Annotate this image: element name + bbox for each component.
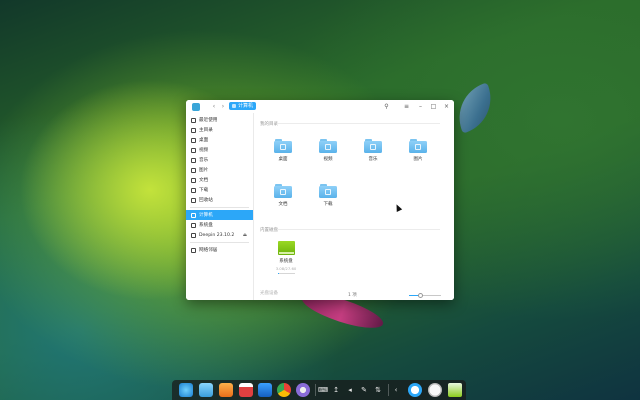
document-folder-icon — [280, 189, 286, 195]
zoom-slider[interactable] — [409, 293, 441, 298]
folder-music[interactable]: 音乐 — [360, 139, 386, 162]
breadcrumb[interactable]: 计算机 — [229, 102, 257, 110]
zoom-slider-handle[interactable] — [417, 293, 423, 298]
computer-icon — [191, 212, 196, 218]
chevron-left-icon[interactable]: ‹ — [392, 385, 400, 395]
sidebar-item-video[interactable]: 视频 — [186, 145, 253, 155]
sidebar-item-music[interactable]: 音乐 — [186, 155, 253, 165]
volume-icon[interactable]: ◂ — [346, 385, 354, 395]
section-divider — [277, 229, 440, 230]
main-view: 我的目录 桌面 视频 音乐 图片 文档 下载 内置磁盘 系统盘 3.08/27.… — [255, 113, 454, 300]
sidebar-item-deepin-volume[interactable]: Deepin 23.10.2 ⏏ — [186, 230, 253, 240]
video-icon — [191, 147, 196, 153]
folder-documents[interactable]: 文档 — [270, 184, 296, 207]
folder-video[interactable]: 视频 — [315, 139, 341, 162]
home-icon — [191, 127, 196, 133]
network-tray-icon[interactable]: ⇅ — [374, 385, 382, 395]
power-icon[interactable] — [408, 383, 422, 397]
sidebar-item-pictures[interactable]: 图片 — [186, 165, 253, 175]
search-button[interactable]: ⚲ — [382, 102, 391, 111]
folder-desktop[interactable]: 桌面 — [270, 139, 296, 162]
sidebar-item-home[interactable]: 主目录 — [186, 125, 253, 135]
minimize-button[interactable]: – — [416, 102, 425, 111]
dock-separator — [315, 384, 316, 396]
breadcrumb-label: 计算机 — [238, 103, 254, 109]
folder-pictures[interactable]: 图片 — [405, 139, 431, 162]
app-store-icon[interactable] — [219, 383, 233, 397]
music-icon — [191, 157, 196, 163]
music-player-icon[interactable] — [258, 383, 272, 397]
system-disk[interactable]: 系统盘 3.08/27.60 — [271, 241, 301, 274]
sidebar-divider — [190, 207, 249, 208]
folder-downloads[interactable]: 下载 — [315, 184, 341, 207]
section-disks: 内置磁盘 — [260, 228, 278, 233]
disk-drive-icon — [277, 241, 295, 255]
back-button[interactable]: ‹ — [210, 102, 218, 111]
file-manager-icon[interactable] — [199, 383, 213, 397]
sidebar-item-recent[interactable]: 最近使用 — [186, 115, 253, 125]
desktop-folder-icon — [280, 144, 286, 150]
computer-crumb-icon — [232, 104, 236, 108]
statusbar: 光盘设备 1 项 — [255, 290, 454, 300]
sidebar-item-desktop[interactable]: 桌面 — [186, 135, 253, 145]
picture-folder-icon — [415, 144, 421, 150]
sidebar-item-computer[interactable]: 计算机 — [186, 210, 253, 220]
dock: ⌨ ↥ ◂ ✎ ⇅ ‹ — [172, 380, 466, 400]
sidebar-item-downloads[interactable]: 下载 — [186, 185, 253, 195]
disk-icon — [191, 222, 196, 228]
keyboard-icon[interactable]: ⌨ — [318, 385, 328, 395]
video-folder-icon — [325, 144, 331, 150]
disk-usage-bar — [277, 273, 295, 274]
calendar-icon[interactable] — [239, 383, 253, 397]
titlebar: ‹ › 计算机 ⚲ ≡ – □ × — [186, 100, 454, 113]
sidebar: 最近使用 主目录 桌面 视频 音乐 图片 文档 下载 回收站 计算机 系统盘 D… — [186, 113, 254, 300]
menu-button[interactable]: ≡ — [402, 102, 411, 111]
trash-dock-icon[interactable] — [448, 383, 462, 397]
download-folder-icon — [325, 189, 331, 195]
clock-icon — [191, 117, 196, 123]
document-icon — [191, 177, 196, 183]
section-divider — [277, 123, 440, 124]
status-count: 1 项 — [348, 293, 357, 298]
desktop-icon — [191, 137, 196, 143]
launcher-icon[interactable] — [179, 383, 193, 397]
mount-icon — [191, 232, 196, 238]
sidebar-item-network[interactable]: 网络邻居 — [186, 245, 253, 255]
usb-icon[interactable]: ↥ — [332, 385, 340, 395]
picture-icon — [191, 167, 196, 173]
sidebar-divider — [190, 242, 249, 243]
music-folder-icon — [370, 144, 376, 150]
file-manager-logo-icon — [192, 103, 200, 111]
section-my-dirs: 我的目录 — [260, 122, 278, 127]
sidebar-item-system-disk[interactable]: 系统盘 — [186, 220, 253, 230]
download-icon — [191, 187, 196, 193]
sidebar-item-documents[interactable]: 文档 — [186, 175, 253, 185]
maximize-button[interactable]: □ — [429, 102, 438, 111]
section-optical: 光盘设备 — [260, 291, 278, 296]
network-icon — [191, 247, 196, 253]
user-avatar-icon[interactable] — [428, 383, 442, 397]
close-button[interactable]: × — [442, 102, 451, 111]
sidebar-item-trash[interactable]: 回收站 — [186, 195, 253, 205]
eject-icon[interactable]: ⏏ — [243, 233, 247, 238]
edit-icon[interactable]: ✎ — [360, 385, 368, 395]
file-manager-window: ‹ › 计算机 ⚲ ≡ – □ × 最近使用 主目录 桌面 视频 音乐 图片 文… — [186, 100, 454, 300]
settings-icon[interactable] — [296, 383, 310, 397]
browser-icon[interactable] — [277, 383, 291, 397]
trash-icon — [191, 197, 196, 203]
wallpaper-feather — [449, 82, 501, 134]
forward-button[interactable]: › — [219, 102, 227, 111]
dock-separator — [388, 384, 389, 396]
